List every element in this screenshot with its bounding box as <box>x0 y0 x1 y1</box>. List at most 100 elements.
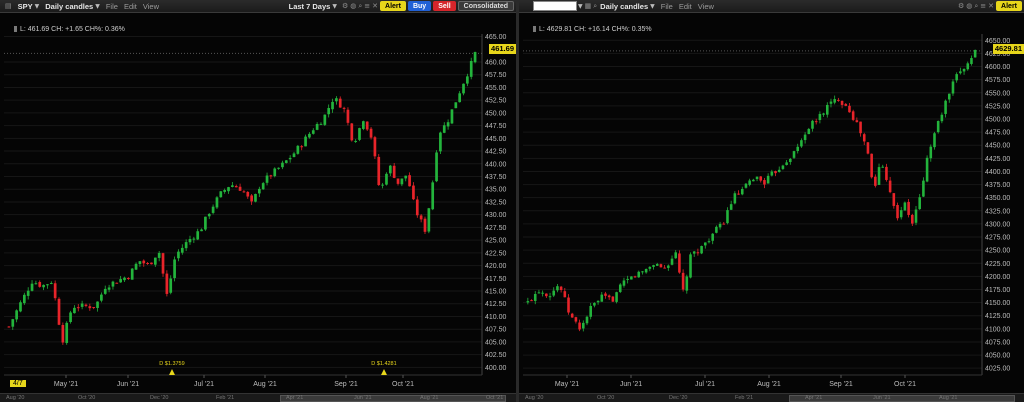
candle-body <box>667 265 670 268</box>
candle-body <box>729 204 733 210</box>
candle-body <box>792 151 796 158</box>
spy-candlestick-chart[interactable]: 400.00 402.50 405.00 407.50 410.00 412.50 415.… <box>0 0 516 393</box>
candle-body <box>570 313 574 318</box>
candle-body <box>400 178 404 185</box>
candle-body <box>315 123 319 130</box>
x-tick-label: Sep '21 <box>334 381 358 388</box>
candle-body <box>377 156 381 186</box>
candle-body <box>215 197 219 208</box>
candle-body <box>157 252 161 258</box>
candle-body <box>840 100 844 105</box>
candle-body <box>700 246 703 254</box>
candle-body <box>626 278 629 280</box>
y-tick-label: 4150.00 <box>985 300 1010 307</box>
candle-body <box>907 201 910 215</box>
candle-body <box>231 185 234 187</box>
index-candlestick-chart[interactable]: 4025.00 4050.00 4075.00 4100.00 4125.00 4150.… <box>519 0 1024 393</box>
candle-body <box>918 197 921 210</box>
candle-body <box>115 282 119 284</box>
candle-body <box>273 168 277 177</box>
x-tick-label: Aug '21 <box>757 381 781 388</box>
candle-body <box>892 193 896 206</box>
candle-body <box>19 302 22 312</box>
candle-body <box>556 286 559 291</box>
candle-body <box>940 114 944 122</box>
candle-body <box>7 326 11 328</box>
candle-body <box>134 263 138 270</box>
y-tick-label: 4275.00 <box>985 235 1010 242</box>
candle-body <box>419 215 423 220</box>
candle-body <box>250 195 253 202</box>
candle-body <box>870 153 873 178</box>
candle-body <box>284 160 288 163</box>
x-tick-label: Jul '21 <box>194 381 214 388</box>
candle-body <box>596 300 600 303</box>
candle-body <box>111 281 115 287</box>
candle-body <box>618 284 622 292</box>
candle-body <box>533 293 537 301</box>
candle-body <box>388 165 392 174</box>
candle-body <box>822 113 825 115</box>
candles-group <box>7 51 477 345</box>
candle-body <box>759 176 763 181</box>
candle-body <box>165 273 169 294</box>
candle-body <box>785 162 788 165</box>
candle-body <box>42 284 45 288</box>
candle-body <box>458 93 462 103</box>
y-tick-label: 437.50 <box>485 174 507 181</box>
candle-body <box>766 175 770 184</box>
spy-chart-panel[interactable]: ▤ SPY ▼ Daily candles ▼ File Edit View L… <box>0 0 516 402</box>
x-tick-label: Jul '21 <box>695 381 715 388</box>
last-price-tag: 461.69 <box>489 44 516 54</box>
candle-body <box>473 52 477 63</box>
candle-body <box>415 199 419 216</box>
y-tick-label: 447.50 <box>485 123 507 130</box>
candle-body <box>833 99 836 103</box>
candle-body <box>567 297 570 313</box>
x-tick-label: Aug '21 <box>253 381 277 388</box>
candle-body <box>914 209 918 223</box>
candle-body <box>350 123 354 141</box>
dividend-label: D $1.4281 <box>371 361 396 367</box>
candle-body <box>896 205 899 219</box>
candle-body <box>874 176 877 186</box>
y-tick-label: 4575.00 <box>985 77 1010 84</box>
candle-body <box>381 184 384 186</box>
y-tick-label: 4325.00 <box>985 208 1010 215</box>
candle-body <box>200 229 203 232</box>
overview-scrollbar[interactable]: Aug '20 Oct '20 Dec '20 Feb '21 Apr '21 … <box>519 393 1024 402</box>
candle-body <box>335 98 338 102</box>
y-tick-label: 4075.00 <box>985 339 1010 346</box>
candle-body <box>288 157 292 160</box>
candle-body <box>740 188 744 195</box>
candle-body <box>435 152 438 182</box>
candle-body <box>552 290 556 296</box>
candle-body <box>899 210 903 218</box>
candle-body <box>678 253 681 273</box>
x-tick-label: May '21 <box>54 381 78 388</box>
index-chart-panel[interactable]: ▼ ▦ ⌕ Daily candles ▼ File Edit View ⚙ ◍… <box>519 0 1024 402</box>
y-tick-label: 405.00 <box>485 339 507 346</box>
candle-body <box>589 305 592 317</box>
overview-scrollbar[interactable]: Aug '20 Oct '20 Dec '20 Feb '21 Apr '21 … <box>0 393 516 402</box>
candle-body <box>392 165 396 178</box>
candle-body <box>770 171 774 176</box>
x-tick-label: Sep '21 <box>829 381 853 388</box>
candle-body <box>184 242 188 249</box>
candle-body <box>959 71 962 74</box>
candle-body <box>65 322 69 343</box>
dividend-marker <box>169 369 175 375</box>
candle-body <box>848 105 851 113</box>
scroll-thumb[interactable] <box>280 395 506 402</box>
candle-body <box>103 288 107 294</box>
y-tick-label: 432.50 <box>485 199 507 206</box>
candle-body <box>585 316 589 324</box>
candle-body <box>327 108 331 115</box>
y-tick-label: 422.50 <box>485 250 507 257</box>
candle-body <box>633 276 637 278</box>
candle-body <box>752 179 755 182</box>
candle-body <box>431 182 435 210</box>
candle-body <box>142 260 146 264</box>
dividend-marker <box>381 369 387 375</box>
scroll-thumb[interactable] <box>789 395 1015 402</box>
